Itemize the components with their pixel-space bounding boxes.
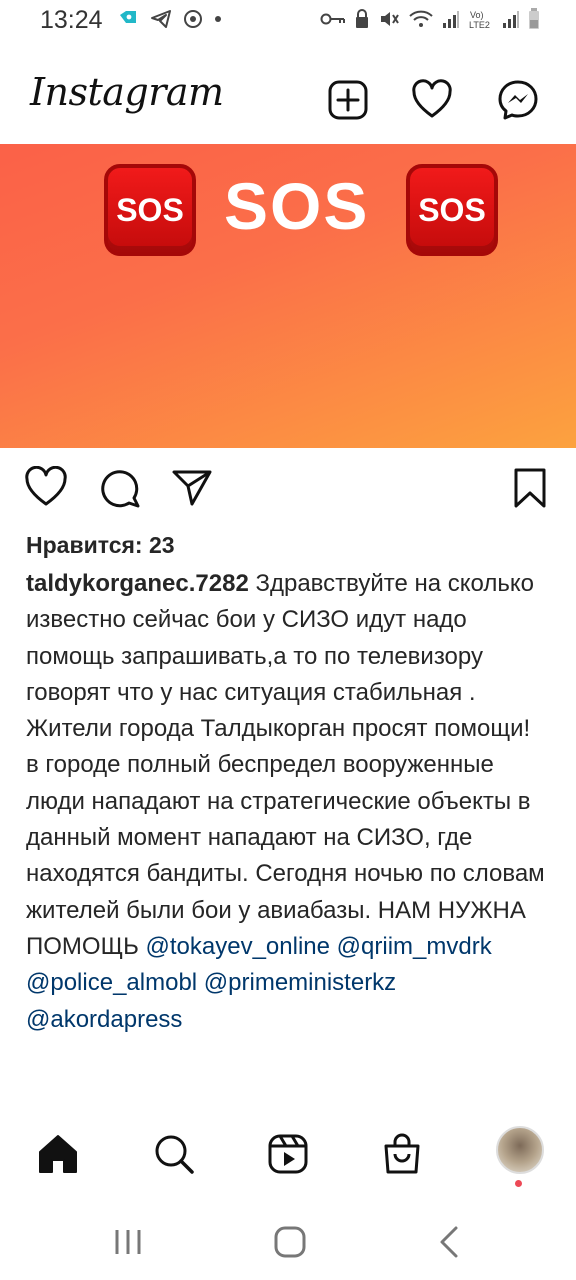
bookmark-icon	[514, 468, 546, 508]
mention-link[interactable]: @tokayev_online	[146, 933, 330, 960]
telegram-icon	[151, 10, 171, 28]
share-button[interactable]	[170, 466, 214, 510]
heart-icon	[412, 79, 452, 118]
status-right-icons: Vo) LTE2	[320, 8, 540, 30]
mention-link[interactable]: @police_almobl	[26, 969, 197, 996]
battery-icon	[529, 8, 539, 29]
reels-icon	[268, 1134, 308, 1174]
home-system-button[interactable]	[270, 1222, 310, 1262]
signal-icon-2	[503, 11, 519, 28]
svg-text:LTE2: LTE2	[469, 20, 490, 29]
key-icon	[320, 13, 345, 25]
like-heart-icon	[25, 465, 67, 506]
nav-home[interactable]	[36, 1132, 80, 1176]
post-caption: taldykorganec.7282 Здравствуйте на сколь…	[26, 566, 546, 1038]
recent-apps-button[interactable]	[108, 1222, 148, 1262]
send-icon	[172, 470, 212, 506]
home-icon	[39, 1135, 77, 1173]
comment-button[interactable]	[98, 466, 142, 510]
volte-icon: Vo)LTE2	[469, 10, 490, 29]
notification-dot	[515, 1180, 522, 1187]
more-notifications-dot	[215, 16, 221, 22]
status-time: 13:24	[40, 6, 103, 34]
messenger-icon	[498, 80, 538, 120]
activity-button[interactable]	[410, 78, 454, 122]
lock-icon	[356, 9, 368, 28]
save-button[interactable]	[508, 466, 552, 510]
status-bar: 13:24 Vo) LTE2	[0, 0, 576, 44]
vpn-key-icon	[120, 11, 136, 23]
new-post-icon	[328, 80, 368, 120]
shop-icon	[384, 1133, 420, 1174]
instagram-status-icon	[184, 10, 202, 28]
like-count[interactable]: Нравится: 23	[26, 532, 175, 559]
nav-search[interactable]	[152, 1132, 196, 1176]
nav-shop[interactable]	[380, 1132, 424, 1176]
comment-icon	[101, 470, 140, 508]
sos-center-text: SOS	[224, 169, 370, 243]
back-button[interactable]	[430, 1222, 470, 1262]
post-actions	[0, 465, 576, 514]
svg-text:Vo): Vo)	[470, 10, 484, 20]
mention-link[interactable]: @akordapress	[26, 1006, 182, 1033]
caption-username[interactable]: taldykorganec.7282	[26, 570, 249, 597]
status-left-icons	[116, 8, 222, 30]
mention-link[interactable]: @qriim_mvdrk	[337, 933, 492, 960]
new-post-button[interactable]	[326, 78, 370, 122]
mute-icon	[381, 12, 399, 26]
wifi-icon	[409, 10, 433, 27]
profile-avatar[interactable]	[496, 1126, 544, 1174]
search-icon	[155, 1135, 194, 1174]
recent-apps-icon	[115, 1230, 141, 1254]
signal-icon-1	[443, 11, 459, 28]
system-navigation-bar	[0, 1204, 576, 1280]
instagram-logo[interactable]: Instagram	[30, 70, 224, 114]
like-button[interactable]	[24, 465, 68, 510]
back-icon	[440, 1226, 458, 1258]
app-header: Instagram	[0, 60, 576, 140]
mention-link[interactable]: @primeministerkz	[204, 969, 396, 996]
post-image[interactable]: SOS SOS SOS	[0, 144, 576, 448]
caption-text-2: Жители города Талдыкорган просят помощи!…	[26, 715, 545, 960]
sos-emoji-left: SOS	[104, 164, 196, 256]
home-system-icon	[274, 1226, 306, 1258]
sos-emoji-right: SOS	[406, 164, 498, 256]
direct-messages-button[interactable]	[496, 78, 540, 122]
bottom-navigation	[0, 1124, 576, 1188]
nav-reels[interactable]	[266, 1132, 310, 1176]
